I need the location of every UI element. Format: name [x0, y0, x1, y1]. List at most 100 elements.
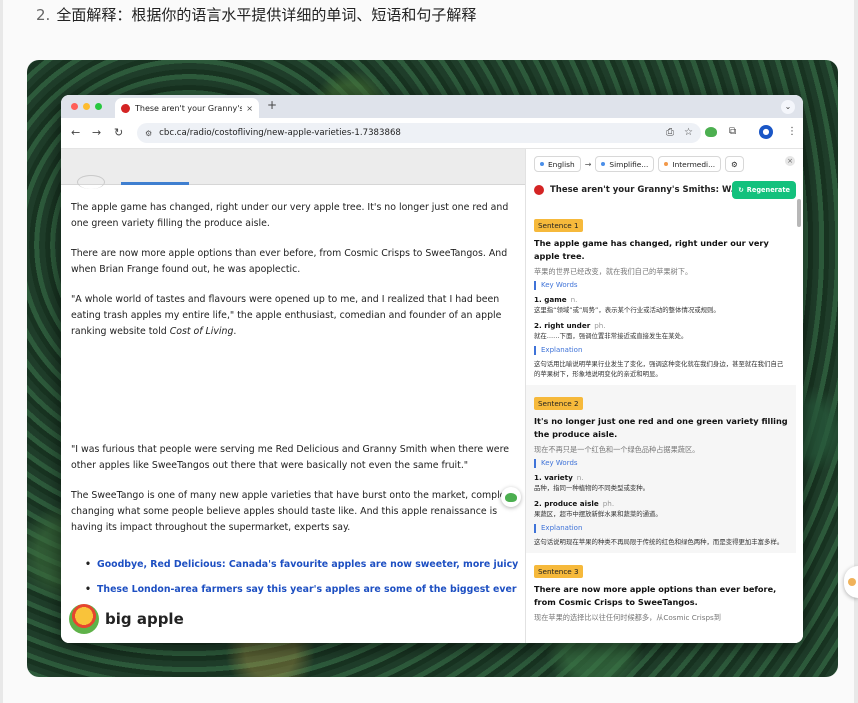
panel-title-row: These aren't your Granny's Smiths: W... …	[534, 181, 796, 199]
article-title: These aren't your Granny's Smiths: W...	[550, 185, 733, 195]
list-number: 2.	[36, 6, 51, 24]
article-body: The apple game has changed, right under …	[61, 149, 525, 643]
tab-bar: These aren't your Granny's S × + ⌄	[61, 95, 803, 118]
word-definition: 果蔬区，超市中摆放新鲜水果和蔬菜的通道。	[534, 510, 662, 518]
word-definition: 这里指“领域”或“局势”，表示某个行业或活动的整体情况或规则。	[534, 306, 720, 314]
word-pos: ph.	[594, 321, 606, 330]
refresh-icon: ↻	[738, 186, 744, 194]
minimize-window-button[interactable]	[83, 103, 90, 110]
sentence-explanation: 这句话说明现在苹果的种类不再局限于传统的红色和绿色两种，而是变得更加丰富多样。	[534, 538, 784, 546]
source-language-value: English	[548, 159, 575, 169]
tab-search-chevron-icon[interactable]: ⌄	[781, 100, 795, 114]
author-avatar	[77, 175, 105, 189]
related-link[interactable]: Goodbye, Red Delicious: Canada's favouri…	[85, 552, 518, 577]
profile-avatar-icon[interactable]: ●	[759, 125, 773, 139]
menu-kebab-icon[interactable]: ⋮	[787, 126, 797, 137]
explanation-panel: English → Simplifie... Intermedi... ⚙ × …	[525, 149, 803, 643]
sentence-card: Sentence 2 It's no longer just one red a…	[526, 385, 796, 553]
tab-close-icon[interactable]: ×	[246, 104, 253, 113]
sentence-card: Sentence 1 The apple game has changed, r…	[526, 207, 796, 385]
frog-icon	[505, 493, 517, 502]
cast-icon[interactable]: ⎙	[666, 127, 674, 138]
sentence-english: The apple game has changed, right under …	[534, 238, 769, 261]
explanation-header: Explanation	[534, 524, 788, 533]
key-word: 2. right under ph.	[534, 320, 788, 331]
panel-close-icon[interactable]: ×	[785, 156, 795, 166]
article-paragraph: There are now more apple options than ev…	[71, 248, 508, 275]
related-links: Goodbye, Red Delicious: Canada's favouri…	[85, 552, 518, 602]
word-pos: n.	[576, 473, 584, 482]
sentence-english: There are now more apple options than ev…	[534, 584, 777, 607]
target-language-select[interactable]: Simplifie...	[595, 156, 655, 172]
site-settings-icon[interactable]: ⚙	[145, 129, 152, 138]
edge-assistant-widget[interactable]	[844, 566, 858, 598]
sentence-card: Sentence 3 There are now more apple opti…	[526, 553, 796, 633]
bookmark-star-icon[interactable]: ☆	[684, 127, 693, 138]
language-selector-row: English → Simplifie... Intermedi... ⚙	[534, 156, 748, 172]
key-word: 1. game n.	[534, 294, 788, 305]
sentence-badge: Sentence 1	[534, 219, 583, 232]
new-tab-button[interactable]: +	[267, 98, 277, 112]
sentence-translation: 苹果的世界已经改变，就在我们自己的苹果树下。	[534, 267, 693, 276]
cbc-favicon-icon	[121, 103, 130, 113]
sentence-list[interactable]: Sentence 1 The apple game has changed, r…	[526, 207, 796, 643]
word-definition: 就在……下面，强调位置非常接近或直接发生在某处。	[534, 332, 688, 340]
word-term: 1. variety	[534, 473, 573, 482]
level-select[interactable]: Intermedi...	[658, 156, 722, 172]
cbc-logo-icon	[534, 185, 544, 195]
section-heading: 2. 全面解释：根据你的语言水平提供详细的单词、短语和句子解释	[36, 4, 476, 25]
frog-extension-icon[interactable]	[705, 127, 717, 137]
regenerate-label: Regenerate	[746, 186, 790, 194]
screenshot-frame: These aren't your Granny's S × + ⌄ ← → ↻…	[27, 60, 838, 677]
reload-button[interactable]: ↻	[114, 126, 123, 139]
key-words-header: Key Words	[534, 281, 788, 290]
address-toolbar: ← → ↻ ⚙ cbc.ca/radio/costofliving/new-ap…	[61, 118, 803, 149]
key-words-header: Key Words	[534, 459, 788, 468]
key-word: 1. variety n.	[534, 472, 788, 483]
close-window-button[interactable]	[71, 103, 78, 110]
word-term: 1. game	[534, 295, 567, 304]
panel-scrollbar[interactable]	[797, 199, 801, 227]
article-paragraph: "A whole world of tastes and flavours we…	[71, 292, 523, 340]
explanation-header: Explanation	[534, 346, 788, 355]
header-accent-line	[121, 182, 189, 185]
article-paragraph: The apple game has changed, right under …	[71, 202, 509, 229]
extensions-puzzle-icon[interactable]: ⧉	[729, 126, 736, 137]
chat-page: 2. 全面解释：根据你的语言水平提供详细的单词、短语和句子解释 These are…	[0, 0, 858, 703]
sentence-badge: Sentence 3	[534, 565, 583, 578]
article-paragraph: The SweeTango is one of many new apple v…	[71, 490, 518, 533]
word-term: 2. produce aisle	[534, 499, 599, 508]
page-content: The apple game has changed, right under …	[61, 149, 803, 643]
brand-text: big apple	[105, 610, 184, 628]
regenerate-button[interactable]: ↻ Regenerate	[732, 181, 796, 199]
program-name: Cost of Living	[169, 326, 234, 337]
quote-end: .	[233, 326, 237, 337]
big-apple-brand: big apple	[69, 604, 184, 634]
sentence-english: It's no longer just one red and one gree…	[534, 416, 788, 439]
sentence-badge: Sentence 2	[534, 397, 583, 410]
back-button[interactable]: ←	[71, 126, 80, 139]
maximize-window-button[interactable]	[95, 103, 102, 110]
address-bar[interactable]: ⚙ cbc.ca/radio/costofliving/new-apple-va…	[137, 123, 701, 143]
sentence-translation: 现在苹果的选择比以往任何时候都多，从Cosmic Crisps到	[534, 613, 721, 622]
gear-icon: ⚙	[731, 159, 738, 169]
assistant-icon	[848, 578, 856, 586]
tab-title: These aren't your Granny's S	[135, 103, 243, 113]
target-language-value: Simplifie...	[609, 159, 649, 169]
related-link[interactable]: These London-area farmers say this year'…	[85, 577, 518, 602]
browser-tab[interactable]: These aren't your Granny's S ×	[115, 98, 259, 118]
word-term: 2. right under	[534, 321, 591, 330]
sentence-translation: 现在不再只是一个红色和一个绿色品种占据果蔬区。	[534, 445, 700, 454]
word-pos: n.	[570, 295, 578, 304]
source-language-select[interactable]: English	[534, 156, 581, 172]
address-actions: ⎙ ☆	[666, 127, 693, 138]
language-dot-icon	[601, 162, 606, 166]
settings-button[interactable]: ⚙	[725, 156, 744, 172]
level-dot-icon	[664, 162, 669, 166]
language-dot-icon	[540, 162, 544, 166]
url-text[interactable]: cbc.ca/radio/costofliving/new-apple-vari…	[159, 128, 401, 138]
level-value: Intermedi...	[672, 159, 716, 169]
floating-translate-button[interactable]	[501, 487, 521, 507]
forward-button[interactable]: →	[92, 126, 101, 139]
browser-window: These aren't your Granny's S × + ⌄ ← → ↻…	[61, 95, 803, 643]
